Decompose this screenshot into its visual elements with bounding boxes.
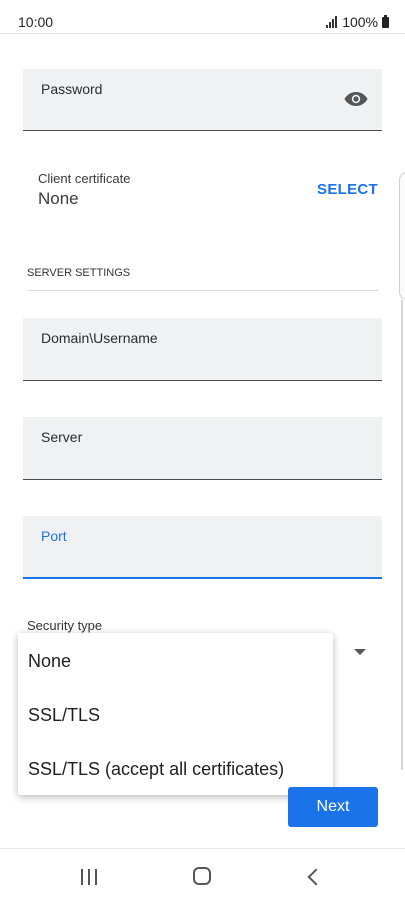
navigation-bar: [0, 848, 405, 902]
next-button[interactable]: Next: [288, 787, 378, 827]
home-icon[interactable]: [193, 867, 211, 885]
client-certificate-value: None: [38, 189, 79, 208]
recents-icon[interactable]: [80, 869, 98, 885]
back-icon[interactable]: [307, 868, 325, 886]
port-label: Port: [41, 528, 67, 544]
battery-percent: 100%: [342, 14, 378, 30]
select-certificate-button[interactable]: SELECT: [317, 181, 378, 198]
password-label: Password: [41, 81, 103, 97]
menu-option-ssl-tls[interactable]: SSL/TLS: [28, 705, 100, 726]
port-field[interactable]: Port: [23, 516, 382, 579]
password-field[interactable]: Password: [23, 69, 382, 131]
menu-option-none[interactable]: None: [28, 651, 71, 672]
server-label: Server: [41, 429, 83, 445]
scrollbar-track: [401, 300, 403, 770]
security-type-menu: None SSL/TLS SSL/TLS (accept all certifi…: [18, 633, 333, 795]
dropdown-arrow-icon[interactable]: [354, 649, 366, 655]
status-right: 100%: [326, 14, 389, 30]
domain-username-field[interactable]: Domain\Username: [23, 318, 382, 381]
scrollbar-thumb[interactable]: [399, 172, 405, 300]
server-settings-heading: SERVER SETTINGS: [27, 267, 131, 279]
status-time: 10:00: [18, 14, 54, 30]
client-certificate-label: Client certificate: [38, 171, 131, 186]
status-bar: 10:00 100%: [0, 0, 405, 34]
menu-option-ssl-tls-accept-all[interactable]: SSL/TLS (accept all certificates): [28, 759, 284, 780]
server-field[interactable]: Server: [23, 417, 382, 480]
section-divider: [27, 290, 378, 291]
battery-icon: [382, 14, 389, 28]
eye-icon[interactable]: [344, 91, 368, 107]
signal-icon: [326, 16, 338, 28]
domain-username-label: Domain\Username: [41, 330, 158, 346]
security-type-label: Security type: [27, 618, 103, 633]
